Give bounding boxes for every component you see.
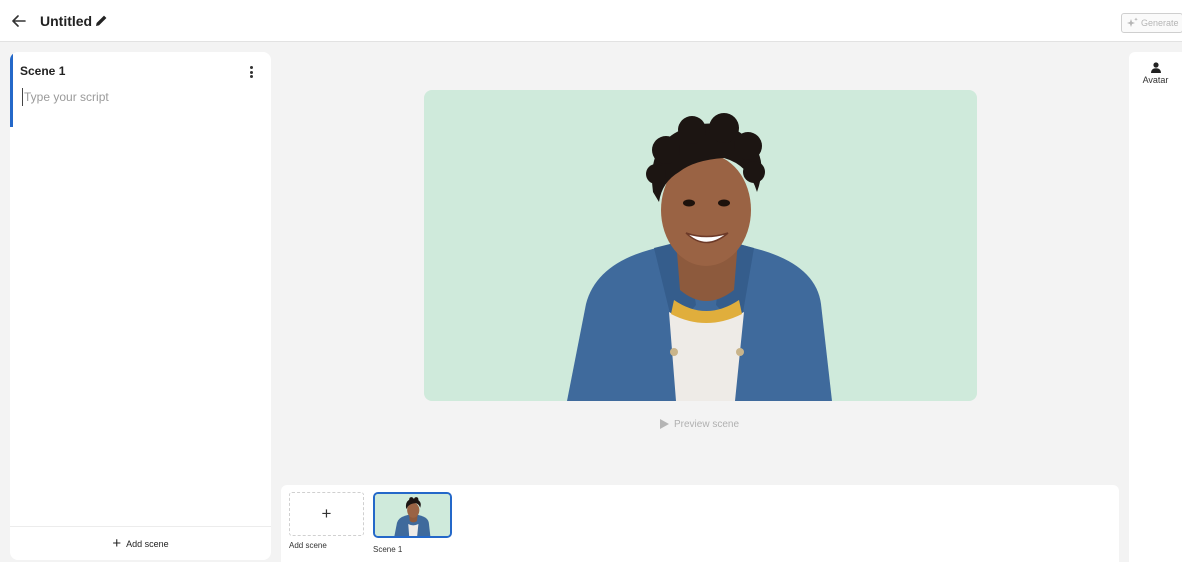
play-icon [660, 419, 669, 429]
scene-title: Scene 1 [20, 64, 66, 78]
add-scene-label: Add scene [126, 538, 169, 549]
more-vertical-icon-dot [249, 70, 253, 74]
scene-canvas[interactable] [424, 90, 977, 401]
script-panel: Scene 1 + Add scene [10, 52, 271, 560]
selected-scene-indicator [10, 52, 13, 127]
generate-label: Generate [1141, 18, 1179, 28]
pencil-icon [96, 15, 107, 26]
timeline-add-scene-label: Add scene [289, 541, 327, 550]
preview-scene-button[interactable]: Preview scene [660, 417, 739, 431]
person-icon [1150, 62, 1161, 73]
timeline-add-scene-button[interactable]: + [289, 492, 364, 536]
arrow-left-icon [12, 15, 26, 27]
scene-thumbnail[interactable] [373, 492, 452, 538]
plus-icon: + [112, 535, 122, 552]
script-input[interactable] [22, 88, 258, 106]
avatar-image [567, 113, 832, 401]
top-bar: Untitled Generate [0, 0, 1182, 42]
edit-title-button[interactable] [95, 14, 109, 28]
more-vertical-icon-dot [249, 75, 253, 78]
scene-menu-button[interactable] [244, 64, 258, 80]
generate-button[interactable]: Generate [1121, 13, 1182, 33]
scene-thumbnail-label: Scene 1 [373, 545, 403, 554]
back-button[interactable] [12, 11, 30, 31]
page-title[interactable]: Untitled [40, 13, 92, 29]
add-scene-button[interactable]: + Add scene [10, 526, 271, 560]
scene-thumbnail-image [375, 494, 450, 536]
more-vertical-icon [249, 66, 253, 69]
scene-timeline: + Add scene Scene 1 [281, 485, 1119, 562]
preview-scene-label: Preview scene [674, 418, 740, 430]
plus-icon: + [321, 504, 332, 523]
rail-item-avatar[interactable]: Avatar [1129, 62, 1182, 85]
sparkle-icon [1127, 17, 1138, 27]
right-rail: Avatar [1129, 52, 1182, 562]
rail-item-avatar-label: Avatar [1142, 75, 1169, 85]
